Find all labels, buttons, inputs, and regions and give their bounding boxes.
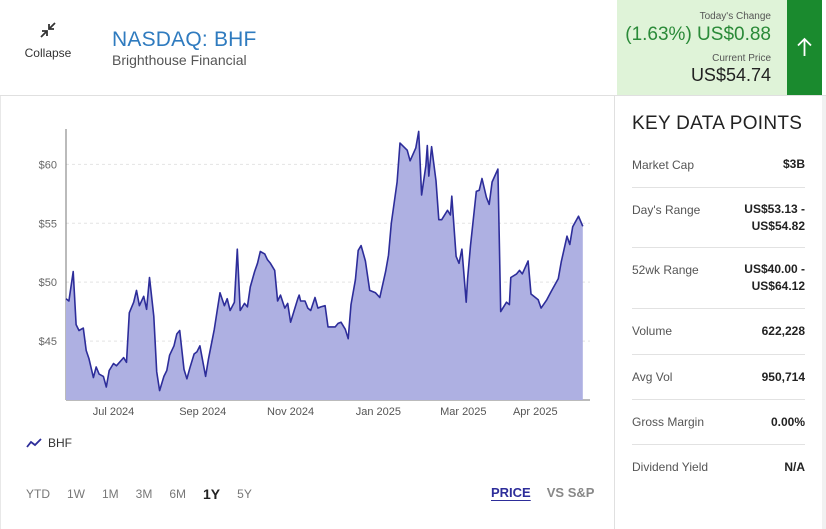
key-data-label: Volume — [632, 324, 673, 338]
range-6m-button[interactable]: 6M — [169, 487, 186, 501]
key-data-value: N/A — [784, 460, 805, 474]
quote-header: Collapse NASDAQ: BHF Brighthouse Financi… — [0, 0, 826, 96]
price-chart-svg: $60 $55 $50 $45 Jul 2024 Sep 2024 Nov 2024 Jan … — [39, 129, 590, 418]
key-data-value: US$53.13 - US$54.82 — [744, 202, 805, 233]
key-data-row-dividend-yield: Dividend Yield N/A — [632, 445, 805, 490]
company-name: Brighthouse Financial — [112, 52, 247, 68]
key-data-label: Avg Vol — [632, 370, 673, 384]
range-5y-button[interactable]: 5Y — [237, 487, 252, 501]
collapse-arrows-icon — [40, 22, 56, 38]
ticker-symbol: NASDAQ: BHF — [112, 28, 257, 51]
todays-change-value: (1.63%) US$0.88 — [625, 24, 771, 45]
key-data-value: 950,714 — [761, 370, 805, 384]
key-data-title: KEY DATA POINTS — [632, 113, 803, 134]
chart-view-toggle: PRICE VS S&P — [491, 485, 610, 500]
x-tick-label: Apr 2025 — [513, 406, 558, 418]
x-tick-label: Nov 2024 — [267, 406, 314, 418]
current-price-label: Current Price — [712, 53, 771, 64]
current-price-value: US$54.74 — [690, 65, 771, 85]
y-tick-label: $50 — [39, 277, 57, 289]
key-data-value: 0.00% — [770, 415, 805, 429]
x-tick-label: Mar 2025 — [440, 406, 486, 418]
arrow-up-icon — [797, 37, 812, 56]
right-border — [822, 96, 826, 529]
key-data-value: $3B — [782, 157, 805, 171]
y-tick-label: $45 — [39, 336, 57, 348]
line-series-icon — [26, 438, 42, 448]
key-data-label: Day's Range — [632, 203, 701, 217]
range-3m-button[interactable]: 3M — [136, 487, 153, 501]
time-range-selector: YTD 1W 1M 3M 6M 1Y 5Y — [26, 485, 269, 503]
vs-sp-view-button[interactable]: VS S&P — [547, 485, 595, 500]
collapse-label: Collapse — [24, 46, 72, 60]
key-data-value: US$40.00 - US$64.12 — [744, 262, 805, 293]
direction-panel — [787, 0, 822, 95]
y-tick-label: $60 — [39, 159, 57, 171]
price-chart[interactable]: $60 $55 $50 $45 Jul 2024 Sep 2024 Nov 2024 Jan … — [0, 96, 614, 436]
key-data-value: 622,228 — [761, 324, 805, 338]
key-data-row-52wk-range: 52wk Range US$40.00 - US$64.12 — [632, 248, 805, 309]
todays-change-label: Today's Change — [699, 11, 771, 22]
chart-legend: BHF — [26, 435, 72, 451]
x-tick-label: Jul 2024 — [93, 406, 135, 418]
collapse-button[interactable]: Collapse — [14, 22, 82, 72]
price-view-button[interactable]: PRICE — [491, 485, 531, 500]
range-ytd-button[interactable]: YTD — [26, 487, 50, 501]
key-data-row-avg-vol: Avg Vol 950,714 — [632, 355, 805, 400]
key-data-label: Dividend Yield — [632, 460, 709, 474]
key-data-label: Gross Margin — [632, 415, 705, 429]
range-1y-button[interactable]: 1Y — [203, 486, 220, 502]
key-data-label: 52wk Range — [632, 263, 699, 277]
x-tick-label: Sep 2024 — [179, 406, 226, 418]
key-data-panel: KEY DATA POINTS Market Cap $3B Day's Ran… — [616, 96, 822, 529]
panel-divider — [614, 96, 615, 529]
range-1w-button[interactable]: 1W — [67, 487, 85, 501]
x-tick-label: Jan 2025 — [356, 406, 401, 418]
change-panel: Today's Change (1.63%) US$0.88 Current P… — [617, 0, 787, 95]
key-data-label: Market Cap — [632, 158, 695, 172]
y-tick-label: $55 — [39, 218, 57, 230]
key-data-row-days-range: Day's Range US$53.13 - US$54.82 — [632, 188, 805, 248]
range-1m-button[interactable]: 1M — [102, 487, 119, 501]
series-area-bhf — [66, 131, 583, 400]
key-data-row-market-cap: Market Cap $3B — [632, 143, 805, 188]
key-data-row-volume: Volume 622,228 — [632, 309, 805, 355]
legend-label: BHF — [48, 436, 72, 450]
key-data-row-gross-margin: Gross Margin 0.00% — [632, 400, 805, 445]
